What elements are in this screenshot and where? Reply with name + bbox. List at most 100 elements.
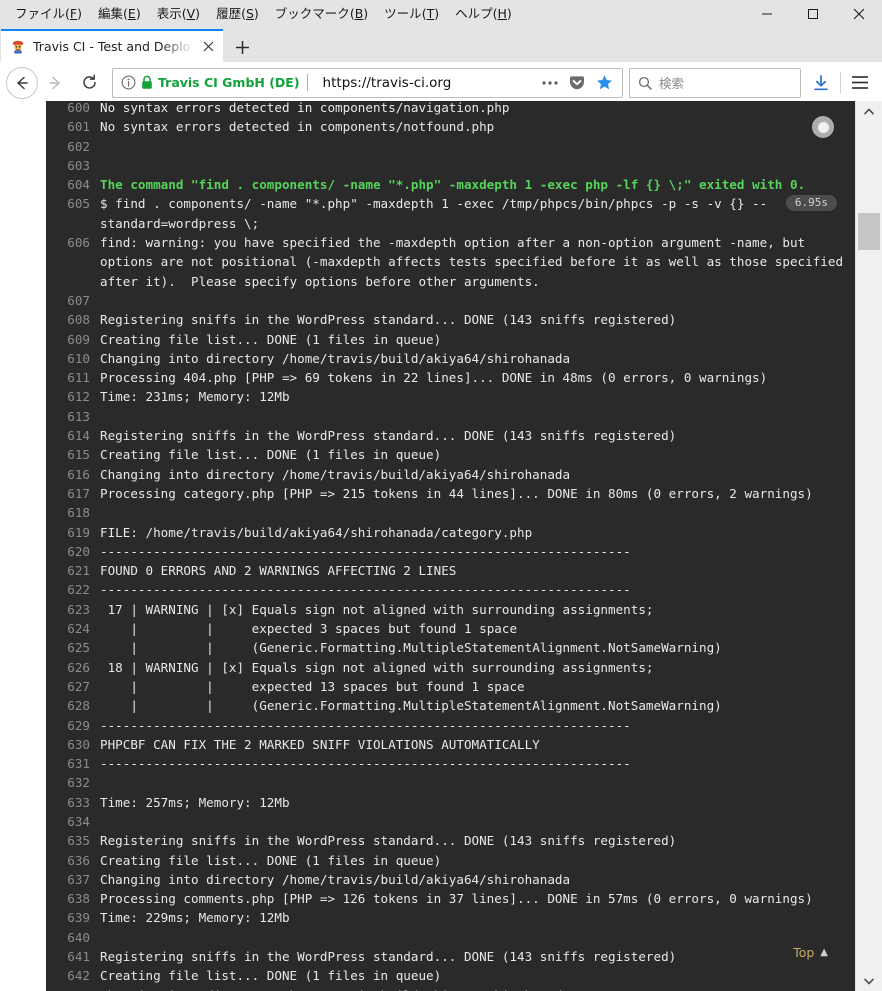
log-line: 635 Registering sniffs in the WordPress s… [46,831,855,850]
log-line: 609 Creating file list... DONE (1 files i… [46,330,855,349]
log-line-text: No syntax errors detected in components/… [100,119,495,135]
log-line: 623 17 | WARNING | [x] Equals sign not a… [46,600,855,619]
address-bar[interactable]: Travis CI GmbH (DE) https://travis-ci.or… [112,67,623,98]
minimize-icon[interactable] [744,0,790,28]
log-line-text: $ find . components/ -name "*.php" -maxd… [100,196,768,231]
log-line-number: 628 [67,698,90,714]
log-line-text: ----------------------------------------… [100,756,631,772]
travis-ci-favicon-icon [10,39,26,55]
build-log[interactable]: 600 No syntax errors detected in componen… [46,101,855,991]
log-line-number: 607 [67,292,90,308]
log-line: 628 | | (Generic.Formatting.MultipleStat… [46,696,855,715]
menu-file-label: ファイル [15,6,66,21]
log-line: 611 Processing 404.php [PHP => 69 tokens … [46,368,855,387]
menu-history-mnemonic: S [245,6,254,21]
log-line-text: Creating file list... DONE (1 files in q… [100,331,442,347]
log-line: 601 No syntax errors detected in componen… [46,117,855,136]
log-line: 602 [46,137,855,156]
site-identity-box[interactable]: Travis CI GmbH (DE) [121,74,323,91]
scroll-to-top-label: Top [793,945,815,960]
log-line-number: 639 [67,910,90,926]
log-line: 606 find: warning: you have specified the… [46,233,855,291]
url-text[interactable]: https://travis-ci.org [323,75,534,91]
log-line: 619 FILE: /home/travis/build/akiya64/shir… [46,523,855,542]
scrollbar-thumb[interactable] [858,213,880,250]
search-bar[interactable]: 検索 [629,67,801,98]
menu-tools[interactable]: ツール(T) [376,3,447,25]
log-line: 622 -------------------------------------… [46,580,855,599]
menu-view-label: 表示 [156,6,182,21]
log-line-number: 629 [67,717,90,733]
log-line: 624 | | expected 3 spaces but found 1 sp… [46,619,855,638]
log-line-text: Creating file list... DONE (1 files in q… [100,852,442,868]
log-line: 626 18 | WARNING | [x] Equals sign not a… [46,658,855,677]
scrollbar-up-arrow-icon[interactable] [856,101,882,121]
page-scrollbar[interactable] [855,101,882,991]
log-line-number: 630 [67,736,90,752]
tab-strip: Travis CI - Test and Deploy Your [0,28,882,62]
close-icon[interactable] [836,0,882,28]
log-line-text: The command "find . components/ -name "*… [100,177,806,193]
log-line-number: 601 [67,119,90,135]
log-line-number: 619 [67,524,90,540]
menu-file[interactable]: ファイル(F) [7,3,90,25]
bookmark-star-icon[interactable] [592,71,616,95]
log-line-number: 615 [67,447,90,463]
log-line-number: 612 [67,389,90,405]
build-log-container: 600 No syntax errors detected in componen… [0,101,855,991]
hamburger-menu-icon[interactable] [844,67,876,99]
menu-bookmarks[interactable]: ブックマーク(B) [267,3,376,25]
back-button-icon[interactable] [6,66,38,99]
log-line-number: 637 [67,871,90,887]
site-identity-org: Travis CI GmbH (DE) [158,75,300,90]
navigation-toolbar: Travis CI GmbH (DE) https://travis-ci.or… [0,62,882,104]
menu-history[interactable]: 履歴(S) [208,3,267,25]
log-line-number: 617 [67,485,90,501]
pocket-icon[interactable] [565,71,589,95]
page-actions-icon[interactable] [538,71,562,95]
log-line-text: 17 | WARNING | [x] Equals sign not align… [100,601,654,617]
log-line-text: FILE: /home/travis/build/akiya64/shiroha… [100,524,533,540]
menu-file-mnemonic: F [69,6,78,21]
forward-button-icon[interactable] [38,66,72,100]
menu-help[interactable]: ヘルプ(H) [447,3,520,25]
log-line-text: | | (Generic.Formatting.MultipleStatemen… [100,698,722,714]
log-line-number: 641 [67,949,90,965]
log-line-number: 605 [67,196,90,212]
log-line: 620 -------------------------------------… [46,542,855,561]
log-line: 629 -------------------------------------… [46,716,855,735]
log-line-number: 638 [67,891,90,907]
tab-travis-ci[interactable]: Travis CI - Test and Deploy Your [1,29,223,62]
tab-close-icon[interactable] [197,36,219,58]
log-line-number: 603 [67,157,90,173]
log-line: 610 Changing into directory /home/travis/… [46,349,855,368]
menu-edit-mnemonic: E [127,6,136,21]
log-line-text: Changing into directory /home/travis/bui… [100,466,571,482]
log-line: 612 Time: 231ms; Memory: 12Mb [46,387,855,406]
log-line-number: 610 [67,350,90,366]
scroll-to-top-link[interactable]: Top ▲ [793,945,828,960]
menu-view-mnemonic: V [186,6,196,21]
log-line-number: 600 [67,101,90,115]
info-circle-icon[interactable] [121,75,136,90]
log-line-number: 640 [67,929,90,945]
log-line: 636 Creating file list... DONE (1 files i… [46,851,855,870]
search-input-placeholder[interactable]: 検索 [659,73,684,92]
scrollbar-down-arrow-icon[interactable] [856,971,882,991]
log-line-number: 608 [67,312,90,328]
log-line: 638 Processing comments.php [PHP => 126 t… [46,889,855,908]
log-line-text: ----------------------------------------… [100,717,631,733]
new-tab-button[interactable] [223,32,261,62]
menu-edit[interactable]: 編集(E) [90,3,149,25]
log-line: 637 Changing into directory /home/travis/… [46,870,855,889]
log-line-number: 621 [67,563,90,579]
maximize-icon[interactable] [790,0,836,28]
downloads-icon[interactable] [805,67,837,99]
log-line-text: Changing into directory /home/travis/bui… [100,986,855,991]
reload-button-icon[interactable] [72,66,106,100]
menu-view[interactable]: 表示(V) [149,3,208,25]
identity-separator [306,74,308,91]
menu-edit-label: 編集 [98,6,124,21]
toolbar-separator [840,71,841,94]
log-line: 618 [46,503,855,522]
